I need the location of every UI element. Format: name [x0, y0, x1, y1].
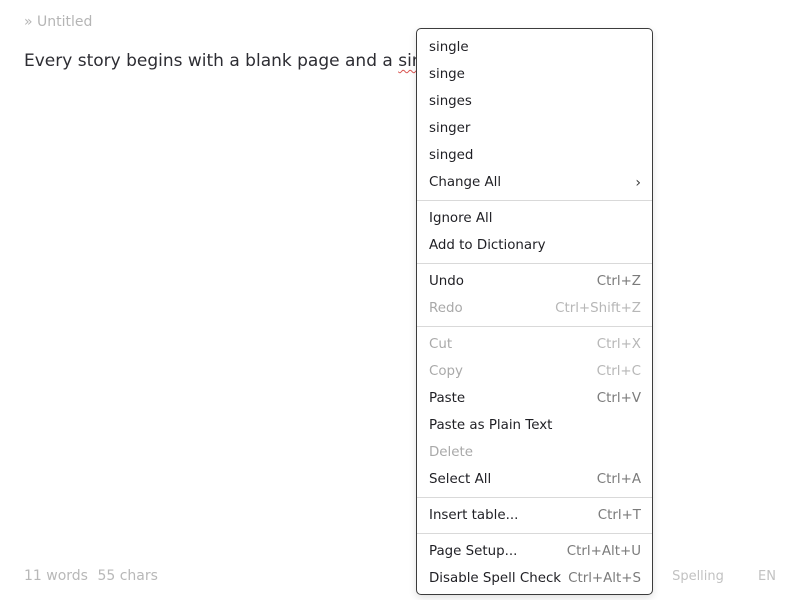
- cut-item[interactable]: Cut Ctrl+X: [417, 331, 652, 358]
- undo-shortcut: Ctrl+Z: [596, 274, 641, 289]
- insert-table-item[interactable]: Insert table... Ctrl+T: [417, 502, 652, 529]
- suggestion-item[interactable]: singe: [417, 61, 652, 88]
- suggestion-label: singed: [429, 148, 474, 163]
- char-count: 55 chars: [97, 568, 158, 584]
- add-to-dictionary-item[interactable]: Add to Dictionary: [417, 232, 652, 259]
- menu-separator: [417, 533, 652, 534]
- copy-shortcut: Ctrl+C: [596, 364, 641, 379]
- insert-table-label: Insert table...: [429, 508, 519, 523]
- cut-label: Cut: [429, 337, 453, 352]
- menu-separator: [417, 200, 652, 201]
- insert-table-shortcut: Ctrl+T: [597, 508, 641, 523]
- select-all-item[interactable]: Select All Ctrl+A: [417, 466, 652, 493]
- suggestion-item[interactable]: singer: [417, 115, 652, 142]
- copy-label: Copy: [429, 364, 463, 379]
- menu-separator: [417, 326, 652, 327]
- page-setup-shortcut: Ctrl+Alt+U: [566, 544, 641, 559]
- paste-item[interactable]: Paste Ctrl+V: [417, 385, 652, 412]
- redo-label: Redo: [429, 301, 463, 316]
- delete-item[interactable]: Delete: [417, 439, 652, 466]
- paste-plain-text-item[interactable]: Paste as Plain Text: [417, 412, 652, 439]
- suggestion-item[interactable]: singed: [417, 142, 652, 169]
- redo-shortcut: Ctrl+Shift+Z: [555, 301, 641, 316]
- select-all-shortcut: Ctrl+A: [596, 472, 641, 487]
- add-to-dictionary-label: Add to Dictionary: [429, 238, 546, 253]
- paste-shortcut: Ctrl+V: [596, 391, 641, 406]
- document-title[interactable]: » Untitled: [24, 14, 92, 30]
- redo-item[interactable]: Redo Ctrl+Shift+Z: [417, 295, 652, 322]
- menu-separator: [417, 497, 652, 498]
- status-toggles: Spelling EN: [672, 569, 776, 584]
- undo-label: Undo: [429, 274, 464, 289]
- disable-spell-check-item[interactable]: Disable Spell Check Ctrl+Alt+S: [417, 565, 652, 592]
- spelling-toggle[interactable]: Spelling: [672, 569, 724, 584]
- suggestion-item[interactable]: single: [417, 34, 652, 61]
- cut-shortcut: Ctrl+X: [596, 337, 641, 352]
- copy-item[interactable]: Copy Ctrl+C: [417, 358, 652, 385]
- select-all-label: Select All: [429, 472, 492, 487]
- paste-plain-text-label: Paste as Plain Text: [429, 418, 553, 433]
- paste-label: Paste: [429, 391, 466, 406]
- ignore-all-item[interactable]: Ignore All: [417, 205, 652, 232]
- word-count: 11 words: [24, 568, 88, 584]
- suggestion-label: single: [429, 40, 469, 55]
- menu-separator: [417, 263, 652, 264]
- language-indicator[interactable]: EN: [758, 569, 776, 584]
- spelling-context-menu: single singe singes singer singed Change…: [416, 28, 653, 595]
- delete-label: Delete: [429, 445, 473, 460]
- status-counts: 11 words 55 chars: [24, 568, 158, 584]
- disable-spell-check-shortcut: Ctrl+Alt+S: [568, 571, 641, 586]
- change-all-item[interactable]: Change All ›: [417, 169, 652, 196]
- suggestion-label: singe: [429, 67, 465, 82]
- chevron-right-icon: ›: [635, 174, 641, 191]
- document-body[interactable]: Every story begins with a blank page and…: [24, 51, 449, 71]
- ignore-all-label: Ignore All: [429, 211, 493, 226]
- undo-item[interactable]: Undo Ctrl+Z: [417, 268, 652, 295]
- body-text[interactable]: Every story begins with a blank page and…: [24, 51, 398, 71]
- editor-window: » Untitled Every story begins with a bla…: [0, 0, 800, 600]
- page-setup-label: Page Setup...: [429, 544, 518, 559]
- page-setup-item[interactable]: Page Setup... Ctrl+Alt+U: [417, 538, 652, 565]
- disable-spell-check-label: Disable Spell Check: [429, 571, 562, 586]
- suggestion-label: singer: [429, 121, 471, 136]
- suggestion-label: singes: [429, 94, 472, 109]
- suggestion-item[interactable]: singes: [417, 88, 652, 115]
- change-all-label: Change All: [429, 175, 502, 190]
